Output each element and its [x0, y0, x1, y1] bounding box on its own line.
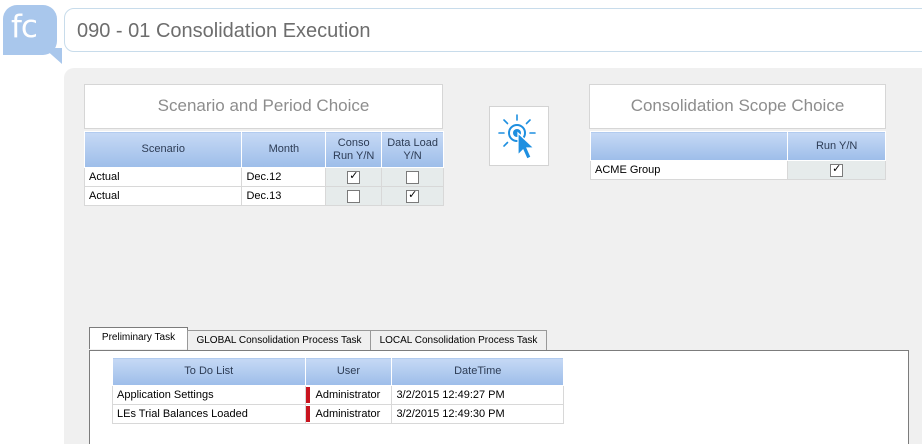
- scenario-table: Scenario Month Conso Run Y/N Data Load Y…: [83, 131, 444, 206]
- table-row: Actual Dec.13: [83, 186, 444, 206]
- tab-preliminary-task[interactable]: Preliminary Task: [89, 327, 188, 349]
- click-pointer-icon: [498, 114, 536, 160]
- run-checkbox[interactable]: [830, 162, 844, 177]
- table-row: ACME Group: [589, 160, 886, 180]
- status-indicator: [305, 406, 310, 422]
- table-row: Actual Dec.12: [83, 167, 444, 187]
- tab-local-consolidation[interactable]: LOCAL Consolidation Process Task: [370, 330, 547, 350]
- table-row: LEs Trial Balances Loaded Administrator …: [112, 404, 564, 424]
- logo-text: fc: [11, 9, 38, 45]
- status-indicator: [305, 387, 310, 403]
- col-run: Run Y/N: [787, 131, 886, 161]
- data-load-checkbox[interactable]: [406, 170, 420, 184]
- user-cell: Administrator: [315, 407, 381, 420]
- datetime-cell: 3/2/2015 12:49:30 PM: [391, 404, 564, 424]
- execute-consolidation-button[interactable]: [489, 106, 549, 166]
- page-header: 090 - 01 Consolidation Execution: [64, 8, 922, 52]
- col-data-load: Data Load Y/N: [381, 131, 444, 168]
- page-title: 090 - 01 Consolidation Execution: [77, 20, 371, 42]
- scope-table: Run Y/N ACME Group: [589, 131, 886, 180]
- scope-panel-title: Consolidation Scope Choice: [589, 84, 886, 129]
- month-cell: Dec.12: [241, 167, 327, 187]
- col-scenario: Scenario: [83, 131, 243, 168]
- col-conso-run: Conso Run Y/N: [325, 131, 383, 168]
- tab-global-consolidation[interactable]: GLOBAL Consolidation Process Task: [187, 330, 371, 350]
- datetime-cell: 3/2/2015 12:49:27 PM: [391, 385, 564, 405]
- scenario-cell: Actual: [83, 186, 243, 206]
- data-load-checkbox[interactable]: [406, 188, 420, 203]
- table-row: Application Settings Administrator 3/2/2…: [112, 385, 564, 405]
- col-todo: To Do List: [112, 357, 306, 386]
- user-cell: Administrator: [315, 388, 381, 401]
- todo-cell: LEs Trial Balances Loaded: [112, 404, 306, 424]
- col-datetime: DateTime: [391, 357, 564, 386]
- scenario-cell: Actual: [83, 167, 243, 187]
- scenario-panel-title: Scenario and Period Choice: [84, 84, 443, 129]
- month-cell: Dec.13: [241, 186, 327, 206]
- conso-run-checkbox[interactable]: [347, 189, 361, 203]
- entity-cell: ACME Group: [589, 160, 789, 180]
- conso-run-checkbox[interactable]: [347, 169, 361, 184]
- app-logo: fc: [3, 5, 57, 55]
- task-table: To Do List User DateTime Application Set…: [112, 357, 564, 424]
- col-user: User: [304, 357, 393, 386]
- todo-cell: Application Settings: [112, 385, 306, 405]
- col-month: Month: [241, 131, 327, 168]
- col-entity: [589, 131, 789, 161]
